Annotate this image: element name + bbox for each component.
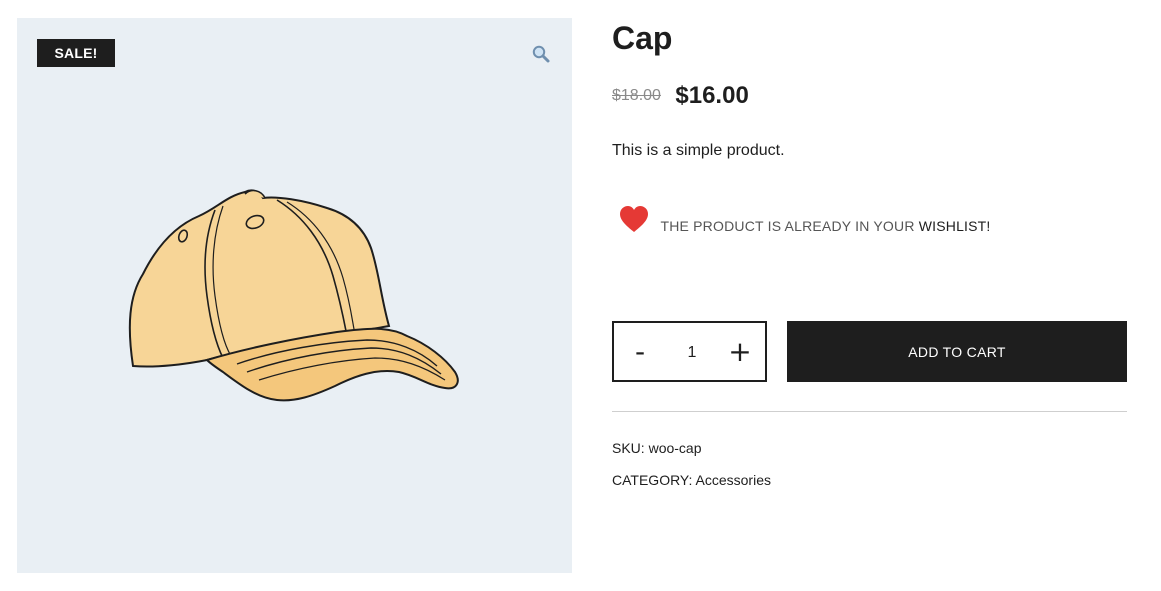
wishlist-message-text: THE PRODUCT IS ALREADY IN YOUR <box>660 218 919 234</box>
quantity-decrease-button[interactable]: - <box>616 323 664 380</box>
sale-badge: SALE! <box>37 39 115 67</box>
zoom-button[interactable] <box>531 44 551 64</box>
category-link[interactable]: Accessories <box>696 472 771 488</box>
sku-label: SKU: <box>612 440 649 456</box>
quantity-increase-button[interactable]: + <box>716 323 764 380</box>
wishlist-link[interactable]: WISHLIST! <box>919 218 991 234</box>
category: CATEGORY: Accessories <box>612 472 771 488</box>
wishlist-notice: THE PRODUCT IS ALREADY IN YOUR WISHLIST! <box>618 204 991 234</box>
wishlist-message: THE PRODUCT IS ALREADY IN YOUR WISHLIST! <box>660 218 990 234</box>
regular-price: $18.00 <box>612 87 661 104</box>
product-image[interactable] <box>127 186 467 406</box>
divider <box>612 411 1127 412</box>
sku: SKU: woo-cap <box>612 440 702 456</box>
product-gallery: SALE! <box>17 18 572 573</box>
short-description: This is a simple product. <box>612 142 785 159</box>
quantity-stepper: - + <box>612 321 767 382</box>
add-to-cart-button[interactable]: ADD TO CART <box>787 321 1127 382</box>
price: $18.00 $16.00 <box>612 82 749 110</box>
product-title: Cap <box>612 20 673 56</box>
magnifier-icon <box>532 45 550 63</box>
sku-value: woo-cap <box>648 440 702 456</box>
heart-icon <box>620 206 648 232</box>
category-label: CATEGORY: <box>612 472 696 488</box>
quantity-input[interactable] <box>666 337 718 369</box>
sale-price: $16.00 <box>675 82 749 109</box>
